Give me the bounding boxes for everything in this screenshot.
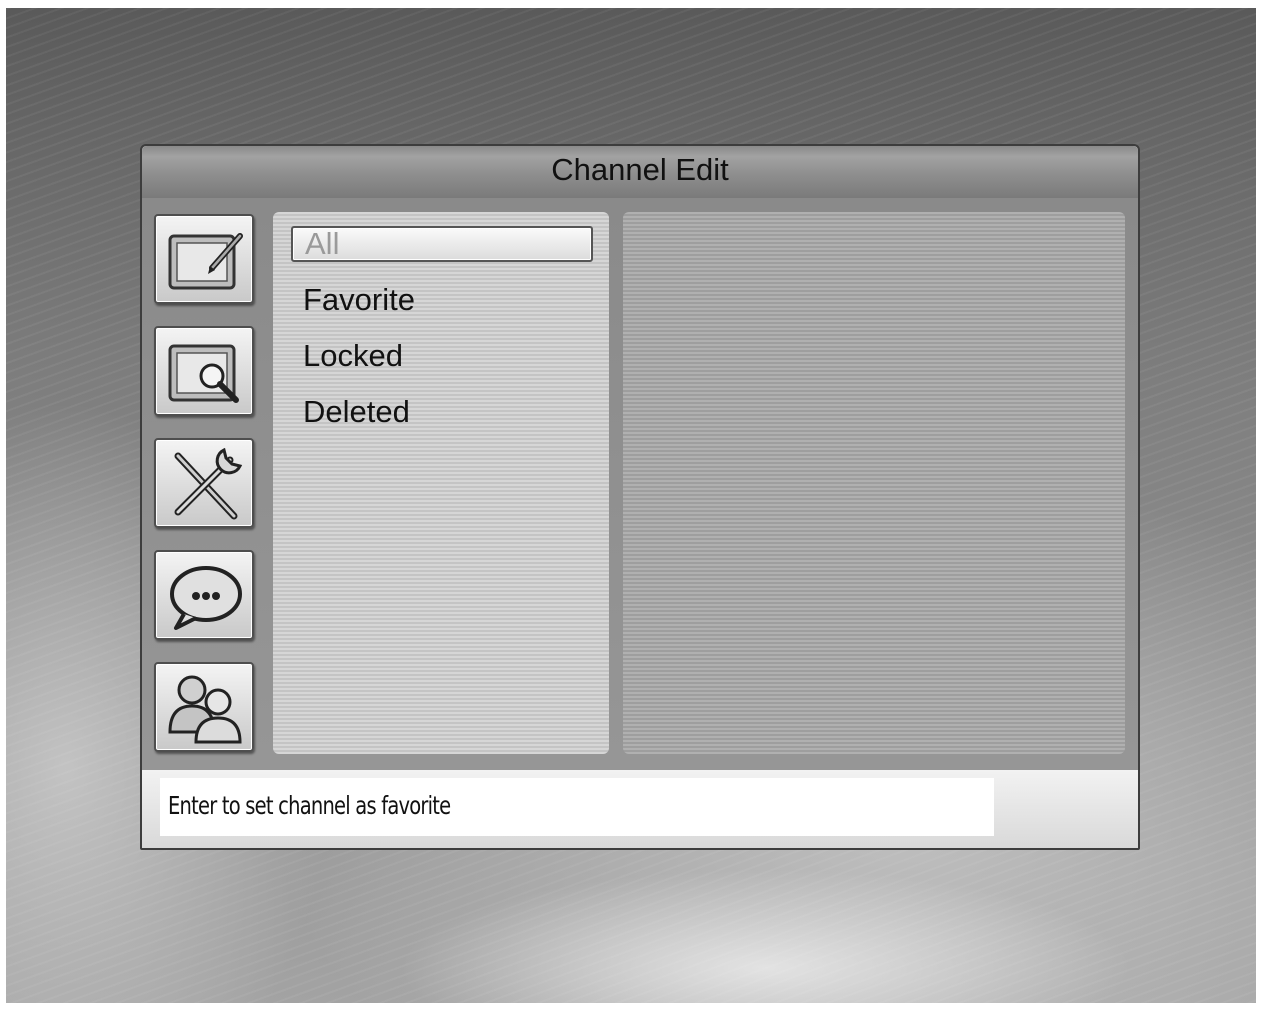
- status-bar: Enter to set channel as favorite: [142, 770, 1138, 848]
- sidebar-item-messages[interactable]: [154, 550, 254, 640]
- list-item-deleted[interactable]: Deleted: [291, 394, 593, 430]
- dialog-body: All Favorite Locked Deleted: [142, 198, 1138, 770]
- channel-edit-dialog: Channel Edit All Favorite Locked Deleted…: [140, 144, 1140, 850]
- users-icon: [168, 675, 242, 744]
- sidebar-item-find[interactable]: [154, 326, 254, 416]
- channel-detail-panel: [623, 212, 1125, 754]
- edit-icon: [168, 233, 243, 290]
- sidebar-item-tools[interactable]: [154, 438, 254, 528]
- hint-text: Enter to set channel as favorite: [168, 791, 451, 820]
- list-item-favorite[interactable]: Favorite: [291, 282, 593, 318]
- chat-icon: [170, 566, 242, 630]
- list-item-locked[interactable]: Locked: [291, 338, 593, 374]
- sidebar-item-edit[interactable]: [154, 214, 254, 304]
- title-bar: Channel Edit: [142, 146, 1138, 198]
- magnify-icon: [168, 344, 239, 403]
- dialog-title: Channel Edit: [551, 152, 729, 187]
- sidebar-item-users[interactable]: [154, 662, 254, 752]
- tv-background: Channel Edit All Favorite Locked Deleted…: [6, 8, 1256, 1003]
- channel-group-list: All Favorite Locked Deleted: [273, 212, 609, 754]
- tools-icon: [174, 447, 243, 520]
- hint-box: Enter to set channel as favorite: [160, 778, 994, 836]
- list-item-all[interactable]: All: [291, 226, 593, 262]
